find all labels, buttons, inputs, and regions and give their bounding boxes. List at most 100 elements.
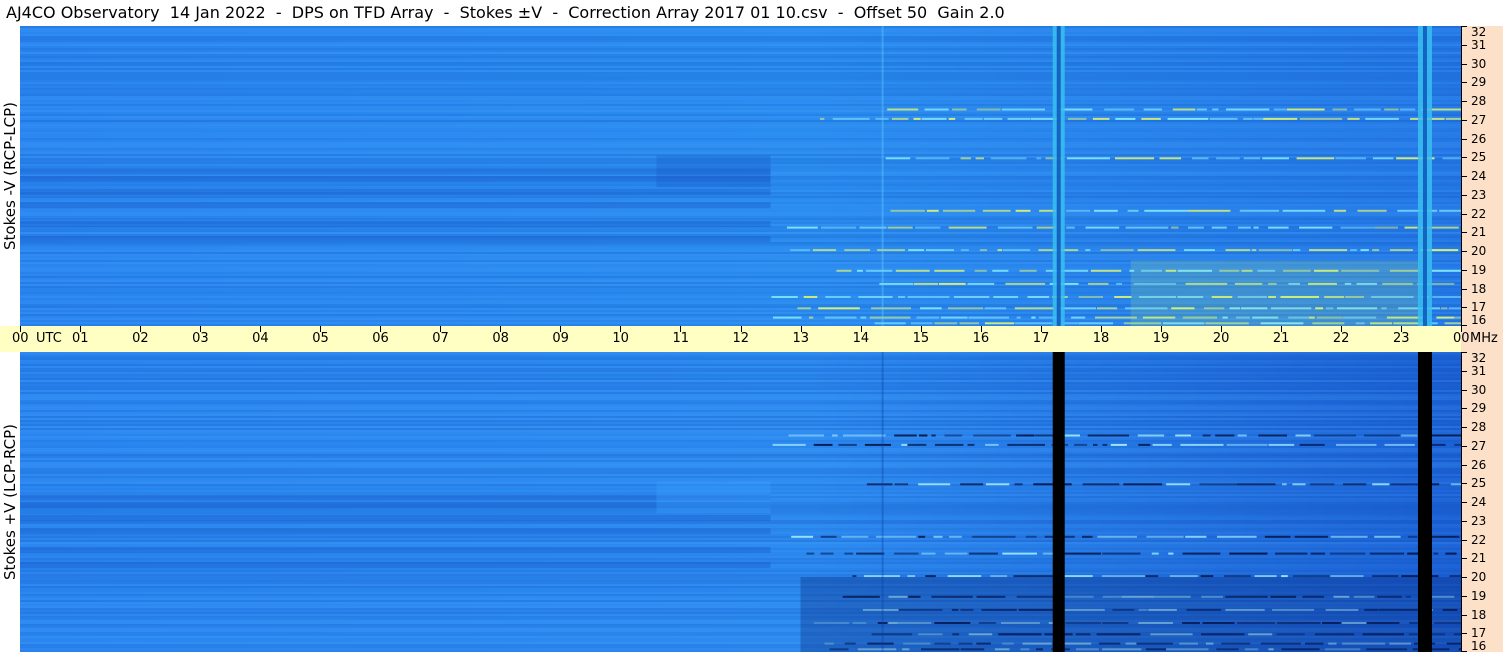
rfi-line bbox=[1237, 434, 1247, 437]
rfi-line bbox=[960, 483, 984, 486]
freq-tick bbox=[1462, 483, 1467, 485]
striation bbox=[20, 560, 1461, 562]
striation bbox=[20, 570, 1461, 572]
striation bbox=[20, 30, 1461, 32]
rfi-line bbox=[997, 249, 1002, 252]
time-tick-label: 21 bbox=[1272, 331, 1290, 346]
freq-tick-label: 16 bbox=[1471, 313, 1487, 327]
striation bbox=[20, 68, 1461, 70]
rfi-line bbox=[1092, 117, 1110, 120]
rfi-line bbox=[1229, 552, 1268, 555]
striation bbox=[20, 430, 1461, 432]
rfi-line bbox=[940, 316, 968, 319]
rfi-line bbox=[1085, 249, 1091, 252]
rfi-line bbox=[1310, 552, 1326, 555]
rfi-line bbox=[918, 483, 951, 486]
rfi-line bbox=[791, 535, 814, 538]
freq-tick-label: 31 bbox=[1471, 37, 1487, 52]
freq-tick bbox=[1462, 633, 1467, 635]
rfi-line bbox=[858, 296, 893, 298]
freq-tick bbox=[1462, 577, 1467, 578]
striation bbox=[20, 538, 1461, 540]
freq-tick bbox=[1462, 464, 1467, 466]
rfi-line bbox=[1090, 269, 1122, 272]
rfi-line bbox=[934, 322, 958, 325]
striation bbox=[20, 478, 1461, 480]
striation bbox=[20, 46, 1461, 48]
rfi-line bbox=[1332, 108, 1347, 111]
time-tick-label: 15 bbox=[912, 331, 930, 346]
rfi-line bbox=[1340, 226, 1375, 229]
striation bbox=[20, 112, 1461, 114]
striation bbox=[20, 64, 1461, 66]
freq-tick bbox=[1462, 82, 1467, 84]
rfi-line bbox=[1097, 535, 1137, 538]
rfi-line bbox=[933, 535, 943, 538]
striation bbox=[20, 44, 1461, 46]
striation bbox=[20, 454, 1461, 456]
striation bbox=[20, 116, 1461, 118]
striation bbox=[20, 428, 1461, 430]
freq-tick bbox=[1462, 213, 1467, 215]
rfi-line bbox=[860, 316, 867, 319]
rfi-line bbox=[894, 483, 909, 486]
time-tick-label: 05 bbox=[312, 331, 329, 346]
dark-band bbox=[20, 528, 771, 535]
rfi-line bbox=[1292, 575, 1330, 578]
rfi-line bbox=[1027, 296, 1050, 298]
rfi-line bbox=[901, 443, 908, 446]
freq-tick-label: 23 bbox=[1471, 513, 1487, 528]
striation bbox=[20, 144, 1461, 146]
vertical-bar bbox=[1052, 352, 1065, 652]
rfi-line bbox=[865, 269, 893, 272]
striation bbox=[20, 464, 1461, 466]
striation bbox=[20, 394, 1461, 396]
rfi-line bbox=[1384, 443, 1415, 446]
striation bbox=[20, 544, 1461, 546]
striation bbox=[20, 90, 1461, 92]
striation bbox=[20, 354, 1461, 356]
rfi-line bbox=[1371, 575, 1399, 578]
vertical-bar bbox=[1417, 352, 1432, 652]
rfi-line bbox=[1258, 434, 1287, 437]
rfi-line bbox=[1125, 226, 1169, 229]
rfi-line bbox=[1002, 552, 1037, 555]
rfi-line bbox=[820, 226, 857, 229]
rfi-line bbox=[953, 296, 990, 298]
striation bbox=[20, 452, 1461, 454]
rfi-line bbox=[967, 282, 995, 285]
rfi-line bbox=[831, 434, 838, 437]
rfi-line bbox=[1141, 117, 1161, 120]
bottom-panel-ylabel: Stokes +V (LCP-RCP) bbox=[0, 352, 20, 652]
striation bbox=[20, 212, 1461, 214]
freq-tick-label: 30 bbox=[1471, 382, 1487, 397]
rfi-line bbox=[895, 269, 930, 272]
striation bbox=[20, 472, 1461, 474]
rfi-line bbox=[887, 108, 919, 111]
vertical-bar-core bbox=[1056, 26, 1061, 326]
rfi-line bbox=[1114, 296, 1132, 298]
freq-tick bbox=[1462, 539, 1467, 541]
striation bbox=[20, 84, 1461, 86]
striation bbox=[20, 422, 1461, 424]
rfi-line bbox=[1013, 575, 1056, 578]
freq-tick bbox=[1462, 408, 1467, 410]
rfi-line bbox=[1211, 226, 1227, 229]
rfi-line bbox=[1282, 483, 1287, 486]
striation bbox=[20, 376, 1461, 378]
rfi-line bbox=[1294, 535, 1328, 538]
dark-band bbox=[20, 236, 771, 242]
striation bbox=[20, 458, 1461, 460]
striation bbox=[20, 378, 1461, 380]
rfi-line bbox=[1033, 483, 1072, 486]
striation bbox=[20, 40, 1461, 42]
rfi-line bbox=[975, 157, 984, 160]
striation bbox=[20, 372, 1461, 374]
faint-vertical bbox=[881, 352, 884, 652]
rfi-line bbox=[974, 269, 987, 272]
rfi-line bbox=[913, 117, 921, 120]
rfi-line bbox=[806, 552, 815, 555]
time-tick-label: 12 bbox=[732, 331, 750, 346]
striation bbox=[20, 438, 1461, 440]
rfi-line bbox=[1236, 483, 1276, 486]
